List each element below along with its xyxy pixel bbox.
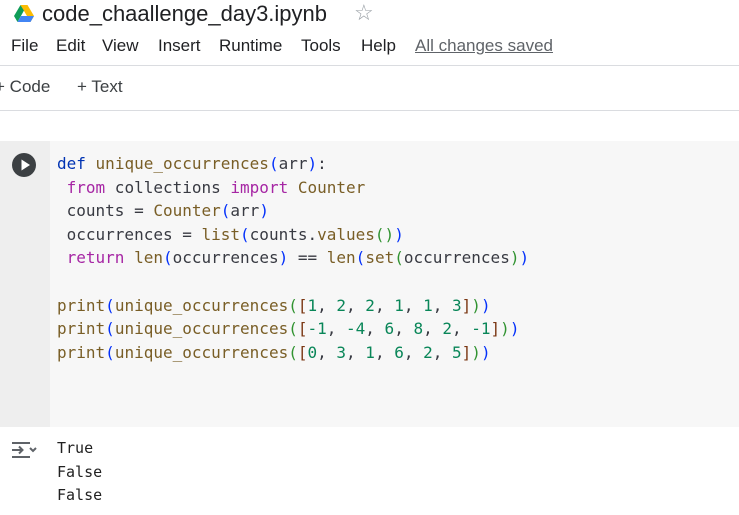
menu-insert[interactable]: Insert bbox=[158, 34, 201, 58]
menu-edit[interactable]: Edit bbox=[56, 34, 85, 58]
plus-icon: + bbox=[0, 77, 5, 96]
menu-tools[interactable]: Tools bbox=[301, 34, 341, 58]
notebook-title[interactable]: code_chaallenge_day3.ipynb bbox=[42, 0, 327, 28]
toolbar-divider bbox=[0, 110, 739, 111]
menu-bar: File Edit View Insert Runtime Tools Help… bbox=[0, 34, 739, 58]
code-editor[interactable]: def unique_occurrences(arr): from collec… bbox=[57, 152, 737, 422]
cell-gutter bbox=[0, 141, 50, 427]
output-text: True False False bbox=[57, 438, 102, 509]
output-line: False bbox=[57, 486, 103, 505]
output-line: True bbox=[57, 439, 94, 457]
menu-help[interactable]: Help bbox=[361, 34, 396, 58]
run-cell-button[interactable] bbox=[12, 153, 36, 177]
star-icon[interactable]: ☆ bbox=[354, 0, 374, 26]
code-line[interactable]: from collections import Counter bbox=[57, 176, 737, 200]
add-code-button[interactable]: + Code bbox=[0, 75, 50, 99]
code-line[interactable]: occurrences = list(counts.values()) bbox=[57, 223, 737, 247]
menu-divider bbox=[0, 65, 739, 66]
code-line[interactable] bbox=[57, 270, 737, 294]
add-text-button[interactable]: + Text bbox=[77, 75, 123, 99]
menu-runtime[interactable]: Runtime bbox=[219, 34, 282, 58]
menu-file[interactable]: File bbox=[11, 34, 38, 58]
code-line[interactable]: def unique_occurrences(arr): bbox=[57, 152, 737, 176]
add-text-label: Text bbox=[91, 77, 123, 96]
toolbar: + Code + Text bbox=[0, 75, 739, 99]
cell-output: True False False bbox=[0, 430, 739, 515]
code-line[interactable]: print(unique_occurrences([1, 2, 2, 1, 1,… bbox=[57, 294, 737, 318]
save-status-link[interactable]: All changes saved bbox=[415, 34, 553, 58]
play-icon bbox=[21, 159, 30, 171]
output-line: False bbox=[57, 462, 103, 481]
plus-icon: + bbox=[77, 77, 87, 96]
google-drive-logo-icon[interactable] bbox=[13, 4, 35, 24]
code-line[interactable]: return len(occurrences) == len(set(occur… bbox=[57, 246, 737, 270]
menu-view[interactable]: View bbox=[102, 34, 139, 58]
add-code-label: Code bbox=[9, 77, 51, 96]
code-line[interactable]: print(unique_occurrences([0, 3, 1, 6, 2,… bbox=[57, 341, 737, 365]
code-line[interactable]: counts = Counter(arr) bbox=[57, 199, 737, 223]
code-cell[interactable]: def unique_occurrences(arr): from collec… bbox=[0, 141, 739, 427]
code-block[interactable]: def unique_occurrences(arr): from collec… bbox=[57, 152, 737, 364]
title-bar: code_chaallenge_day3.ipynb ☆ bbox=[0, 0, 739, 30]
code-line[interactable]: print(unique_occurrences([-1, -4, 6, 8, … bbox=[57, 317, 737, 341]
output-toggle-icon[interactable] bbox=[11, 440, 37, 460]
